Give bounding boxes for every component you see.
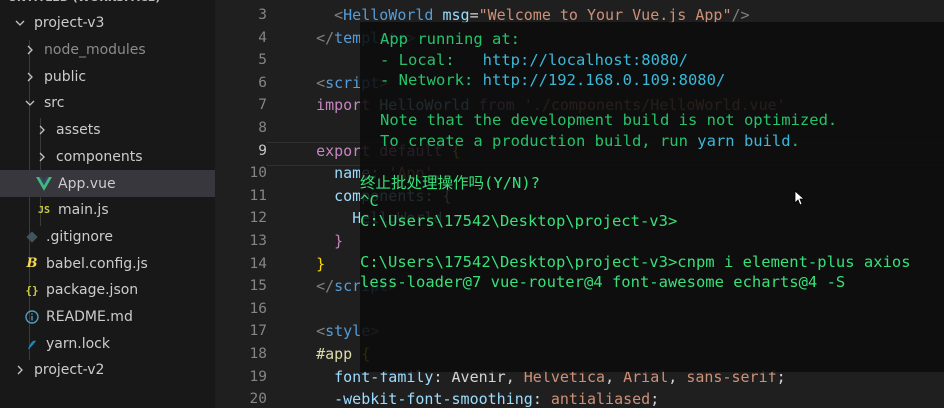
tree-item-project-v3[interactable]: project-v3 <box>0 10 215 37</box>
terminal-network-url[interactable]: http://192.168.0.109:8080/ <box>483 71 726 89</box>
line-number: 6 <box>258 74 267 91</box>
tree-item-label: README.md <box>46 309 133 326</box>
tree-item-label: babel.config.js <box>46 255 148 272</box>
tree-item-gitignore[interactable]: .gitignore <box>0 224 215 251</box>
chevron-right-icon[interactable] <box>36 124 48 136</box>
workspace-title[interactable]: UNTITLED (WORKSPACE) <box>0 0 215 9</box>
chevron-right-icon[interactable] <box>24 44 36 56</box>
vue-icon <box>36 176 52 192</box>
chevron-down-icon[interactable] <box>24 97 36 109</box>
json-icon: {} <box>25 283 39 297</box>
js-icon: JS <box>37 204 51 216</box>
terminal-prod-end: . <box>790 132 800 150</box>
terminal-ctrl-c: ^C <box>360 192 379 210</box>
tree-item-label: assets <box>56 122 101 139</box>
tree-item-label: App.vue <box>58 175 116 192</box>
terminal-local-url[interactable]: http://localhost:8080/ <box>483 51 688 69</box>
terminal-note-line: Note that the development build is not o… <box>380 111 838 129</box>
babel-icon: B <box>26 256 38 272</box>
terminal-local-label: - Local: <box>380 51 483 69</box>
tree-item-yarn-lock[interactable]: yarn.lock <box>0 330 215 357</box>
tree-item-project-v2[interactable]: project-v2 <box>0 357 215 384</box>
terminal-prompt-1: C:\Users\17542\Desktop\project-v3> <box>360 212 678 230</box>
line-number: 12 <box>249 210 267 227</box>
terminal-prod-cmd: yarn build <box>697 132 791 150</box>
terminal-prod-line: To create a production build, run yarn b… <box>380 132 800 150</box>
tree-item-label: node_modules <box>44 42 146 59</box>
tree-item-label: yarn.lock <box>46 335 110 352</box>
chevron-right-icon[interactable] <box>14 364 26 376</box>
tree-item-label: src <box>44 95 65 112</box>
terminal-command-1: cnpm i element-plus axios <box>677 253 911 271</box>
line-number: 15 <box>249 278 267 295</box>
terminal-local-line: - Local: http://localhost:8080/ <box>380 51 688 69</box>
tree-item-components[interactable]: components <box>0 144 215 171</box>
line-number: 14 <box>249 255 267 272</box>
tree-item-readme-md[interactable]: README.md <box>0 304 215 331</box>
line-number: 19 <box>249 368 267 385</box>
terminal-command-2: less-loader@7 vue-router@4 font-awesome … <box>360 273 846 291</box>
terminal-prompt-2: C:\Users\17542\Desktop\project-v3> <box>360 253 678 271</box>
tree-item-babel-config-js[interactable]: Bbabel.config.js <box>0 250 215 277</box>
tree-item-label: main.js <box>58 202 109 219</box>
code-text: -webkit-font-smoothing: antialiased; <box>334 390 660 408</box>
tree-item-assets[interactable]: assets <box>0 117 215 144</box>
line-number: 16 <box>249 300 267 317</box>
line-number: 4 <box>258 29 267 46</box>
tree-item-label: public <box>44 68 87 85</box>
tree-item-label: project-v3 <box>34 15 105 32</box>
terminal-running-label: App running at: <box>380 30 520 48</box>
terminal-window[interactable]: App running at: - Local: http://localhos… <box>360 22 944 372</box>
line-number: 8 <box>258 120 267 136</box>
tree-item-label: project-v2 <box>34 362 105 379</box>
tree-item-package-json[interactable]: {} package.json <box>0 277 215 304</box>
info-icon <box>24 309 40 325</box>
tree-item-src[interactable]: src <box>0 90 215 117</box>
chevron-right-icon[interactable] <box>36 151 48 163</box>
line-number: 11 <box>249 187 267 204</box>
explorer-sidebar: UNTITLED (WORKSPACE) project-v3 node_modu… <box>0 0 215 408</box>
mouse-pointer-icon <box>794 190 806 206</box>
git-icon <box>24 229 40 245</box>
code-text: } <box>334 232 344 250</box>
line-number: 3 <box>258 7 267 23</box>
terminal-prod-text: To create a production build, run <box>380 132 698 150</box>
line-number: 10 <box>249 165 267 182</box>
line-number: 18 <box>249 346 267 362</box>
yarn-icon <box>24 336 40 352</box>
line-number: 7 <box>258 97 267 114</box>
tree-item-label: package.json <box>46 282 139 299</box>
line-number: 20 <box>249 391 267 408</box>
tree-item-app-vue[interactable]: App.vue <box>0 170 215 197</box>
tree-item-public[interactable]: public <box>0 63 215 90</box>
tree-item-node-modules[interactable]: node_modules <box>0 37 215 64</box>
code-text: } <box>316 254 326 273</box>
terminal-command-line[interactable]: C:\Users\17542\Desktop\project-v3>cnpm i… <box>360 253 911 271</box>
line-number: 9 <box>258 142 267 159</box>
terminal-terminate-prompt: 终止批处理操作吗(Y/N)? <box>360 174 550 192</box>
code-line[interactable]: 20 -webkit-font-smoothing: antialiased; <box>215 388 944 408</box>
tree-item-label: .gitignore <box>46 228 113 245</box>
terminal-network-label: - Network: <box>380 71 483 89</box>
tree-item-label: components <box>56 148 143 165</box>
chevron-down-icon[interactable] <box>14 17 26 29</box>
line-number: 17 <box>249 323 267 340</box>
line-number: 13 <box>249 233 267 249</box>
chevron-right-icon[interactable] <box>24 71 36 83</box>
tree-item-main-js[interactable]: JS main.js <box>0 197 215 224</box>
terminal-network-line: - Network: http://192.168.0.109:8080/ <box>380 71 725 89</box>
line-number: 5 <box>258 52 267 69</box>
